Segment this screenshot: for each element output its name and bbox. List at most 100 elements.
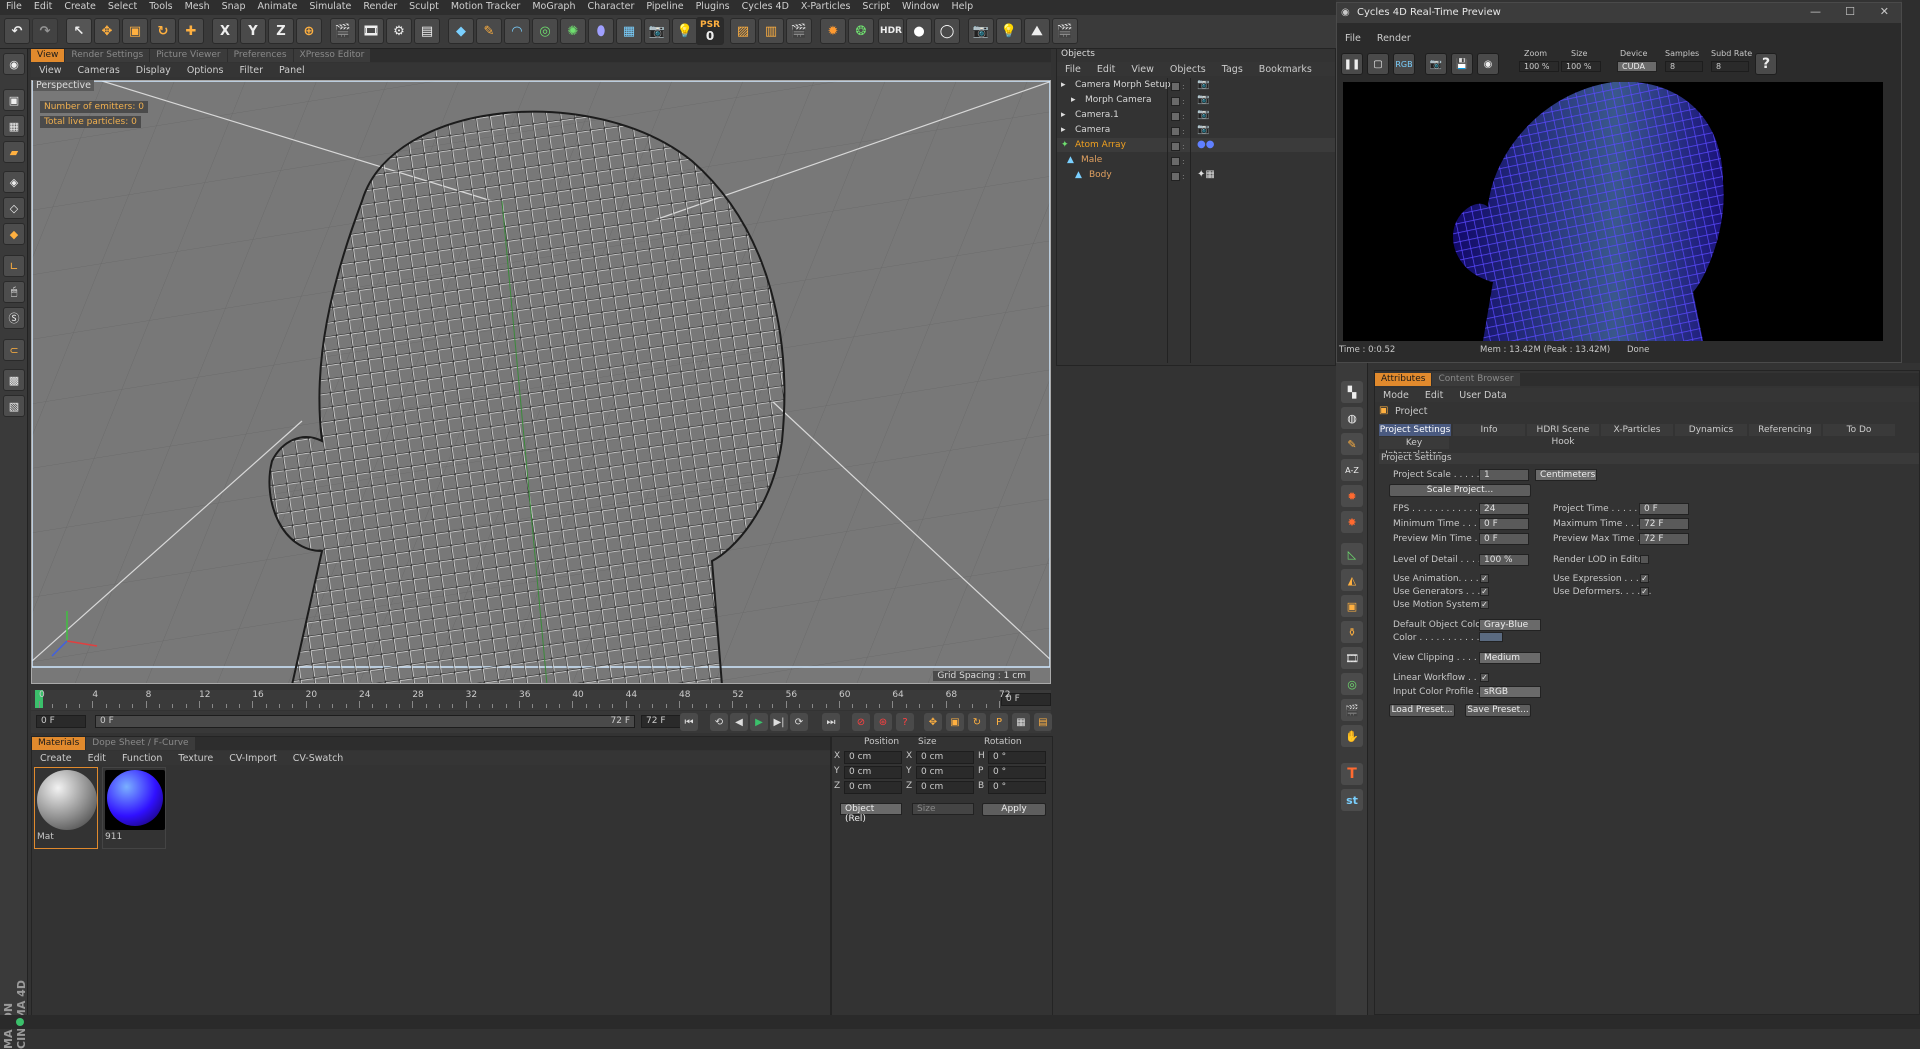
texture-tag-icon[interactable]: ✸	[1341, 511, 1363, 533]
menu-x-particles[interactable]: X-Particles	[795, 0, 857, 15]
position-field[interactable]: 0 cm	[844, 751, 902, 764]
light-icon[interactable]: 💡	[672, 18, 698, 44]
viewport-menu-panel[interactable]: Panel	[271, 65, 313, 76]
apply-button[interactable]: Apply	[982, 803, 1046, 816]
visibility-toggle[interactable]: :	[1171, 95, 1185, 109]
menu-character[interactable]: Character	[581, 0, 640, 15]
linear-workflow-checkbox[interactable]: ✓	[1480, 673, 1489, 682]
edges-mode-icon[interactable]: ◇	[3, 197, 25, 219]
key-rotation-button[interactable]: ↻	[968, 713, 986, 731]
y-axis-lock-button[interactable]: Y	[240, 18, 266, 44]
go-to-end-button[interactable]: ⏭	[822, 713, 840, 731]
close-icon[interactable]: ✕	[1880, 5, 1889, 18]
materials-menu-create[interactable]: Create	[32, 753, 80, 764]
redo-button[interactable]: ↷	[32, 18, 58, 44]
region-button[interactable]: ▢	[1367, 53, 1389, 75]
save-preset-button[interactable]: Save Preset...	[1465, 704, 1531, 717]
viewport-menu-cameras[interactable]: Cameras	[70, 65, 128, 76]
next-frame-button[interactable]: ▶|	[770, 713, 788, 731]
move-tool-button[interactable]: ✥	[94, 18, 120, 44]
tab-attributes[interactable]: Attributes	[1375, 373, 1432, 386]
coordinate-mode-dropdown[interactable]: Object (Rel)	[840, 803, 902, 824]
sort-az-icon[interactable]: A-Z	[1341, 459, 1363, 481]
materials-menu-edit[interactable]: Edit	[80, 753, 114, 764]
visibility-toggle[interactable]: :	[1171, 140, 1185, 154]
snapshot-button[interactable]: 📷	[1425, 53, 1447, 75]
size-mode-dropdown[interactable]: Size	[912, 803, 974, 815]
menu-create[interactable]: Create	[58, 0, 102, 15]
subd-rate-field[interactable]: 8	[1711, 61, 1749, 72]
pause-button[interactable]: ❚❚	[1341, 53, 1363, 75]
subdivision-icon[interactable]: ◠	[504, 18, 530, 44]
tab-content-browser[interactable]: Content Browser	[1432, 373, 1520, 386]
project-time-field[interactable]: 0 F	[1639, 503, 1689, 515]
sculpt-grab-icon[interactable]: ◍	[1341, 407, 1363, 429]
viewport-menu-view[interactable]: View	[31, 65, 70, 76]
menu-animate[interactable]: Animate	[252, 0, 304, 15]
rgb-button[interactable]: RGB	[1393, 53, 1415, 75]
spline-icon[interactable]: ◺	[1341, 543, 1363, 565]
timeline-ruler[interactable]: 0 F 0 4 8 12 16 20 24 28 32 36 40 44 48 52 56 60 64 68 72	[31, 690, 1051, 710]
object-row[interactable]: ▲ Body: ✦▦	[1057, 168, 1335, 182]
menu-simulate[interactable]: Simulate	[303, 0, 357, 15]
minimum-time-field[interactable]: 0 F	[1479, 518, 1529, 530]
timeline-scheme-button[interactable]: ▤	[1034, 713, 1052, 731]
materials-menu-cv-import[interactable]: CV-Import	[221, 753, 285, 764]
menu-motion-tracker[interactable]: Motion Tracker	[445, 0, 527, 15]
default-object-color-dropdown[interactable]: Gray-Blue	[1479, 619, 1541, 631]
key-pla-button[interactable]: ▦	[1012, 713, 1030, 731]
array-icon[interactable]: ◎	[532, 18, 558, 44]
go-to-start-button[interactable]: ⏮	[680, 713, 698, 731]
materials-menu-cv-swatch[interactable]: CV-Swatch	[285, 753, 352, 764]
tab-render-settings[interactable]: Render Settings	[65, 49, 150, 62]
x-axis-lock-button[interactable]: X	[212, 18, 238, 44]
rotation-field[interactable]: 0 °	[988, 766, 1046, 779]
visibility-toggle[interactable]: :	[1171, 155, 1185, 169]
size-field[interactable]: 100 %	[1561, 61, 1601, 72]
target-icon[interactable]: ◎	[1341, 673, 1363, 695]
preview-max-time-field[interactable]: 72 F	[1639, 533, 1689, 545]
menu-render[interactable]: Render	[357, 0, 403, 15]
box-icon[interactable]: ▣	[1341, 595, 1363, 617]
texture-mode-icon[interactable]: ▦	[3, 115, 25, 137]
menu-script[interactable]: Script	[856, 0, 896, 15]
object-row[interactable]: ▸ Camera: 📷	[1057, 123, 1335, 137]
object-row[interactable]: ▸ Morph Camera: 📷	[1057, 93, 1335, 107]
position-field[interactable]: 0 cm	[844, 766, 902, 779]
use-expression-checkbox[interactable]: ✓	[1640, 574, 1649, 583]
perspective-viewport[interactable]: Number of emitters: 0 Total live particl…	[31, 80, 1051, 684]
use-generators-checkbox[interactable]: ✓	[1480, 587, 1489, 596]
visibility-toggle[interactable]: :	[1171, 125, 1185, 139]
key-interpolation-tab[interactable]: Key Interpolation	[1379, 437, 1449, 460]
render-lod-checkbox[interactable]	[1640, 555, 1649, 564]
tag-icon[interactable]: 📷	[1197, 93, 1209, 107]
key-position-button[interactable]: ✥	[924, 713, 942, 731]
rotation-field[interactable]: 0 °	[988, 751, 1046, 764]
script-tool-icon[interactable]: st	[1341, 789, 1363, 811]
lock-workplane-icon[interactable]: ▩	[3, 369, 25, 391]
paint-icon[interactable]: ✎	[1341, 433, 1363, 455]
scale-tool-button[interactable]: ▣	[122, 18, 148, 44]
previous-key-button[interactable]: ⟲	[710, 713, 728, 731]
key-scale-button[interactable]: ▣	[946, 713, 964, 731]
attributes-menu-mode[interactable]: Mode	[1375, 390, 1417, 401]
tag-icon[interactable]: ✦▦	[1197, 168, 1215, 182]
landscape-icon[interactable]: ⛰	[1024, 18, 1050, 44]
sculpt-brush-icon[interactable]: ▚	[1341, 381, 1363, 403]
uv-icon[interactable]: ◭	[1341, 569, 1363, 591]
model-mode-icon[interactable]: ▣	[3, 89, 25, 111]
attributes-menu-user-data[interactable]: User Data	[1451, 390, 1514, 401]
visibility-toggle[interactable]: :	[1171, 170, 1185, 184]
cycles-object-icon[interactable]: ▨	[730, 18, 756, 44]
tab-referencing[interactable]: Referencing	[1749, 424, 1821, 436]
menu-tools[interactable]: Tools	[143, 0, 178, 15]
maximum-time-field[interactable]: 72 F	[1639, 518, 1689, 530]
scale-project-button[interactable]: Scale Project...	[1389, 484, 1531, 497]
magnet-icon[interactable]: ⊂	[3, 339, 25, 361]
tab-project-settings[interactable]: Project Settings	[1379, 424, 1451, 436]
render-queue-button[interactable]: ▤	[414, 18, 440, 44]
cycles-render-icon[interactable]: 🎬	[786, 18, 812, 44]
next-key-button[interactable]: ⟳	[790, 713, 808, 731]
camera-icon[interactable]: 📷	[644, 18, 670, 44]
object-row[interactable]: ▸ Camera.1: 📷	[1057, 108, 1335, 122]
